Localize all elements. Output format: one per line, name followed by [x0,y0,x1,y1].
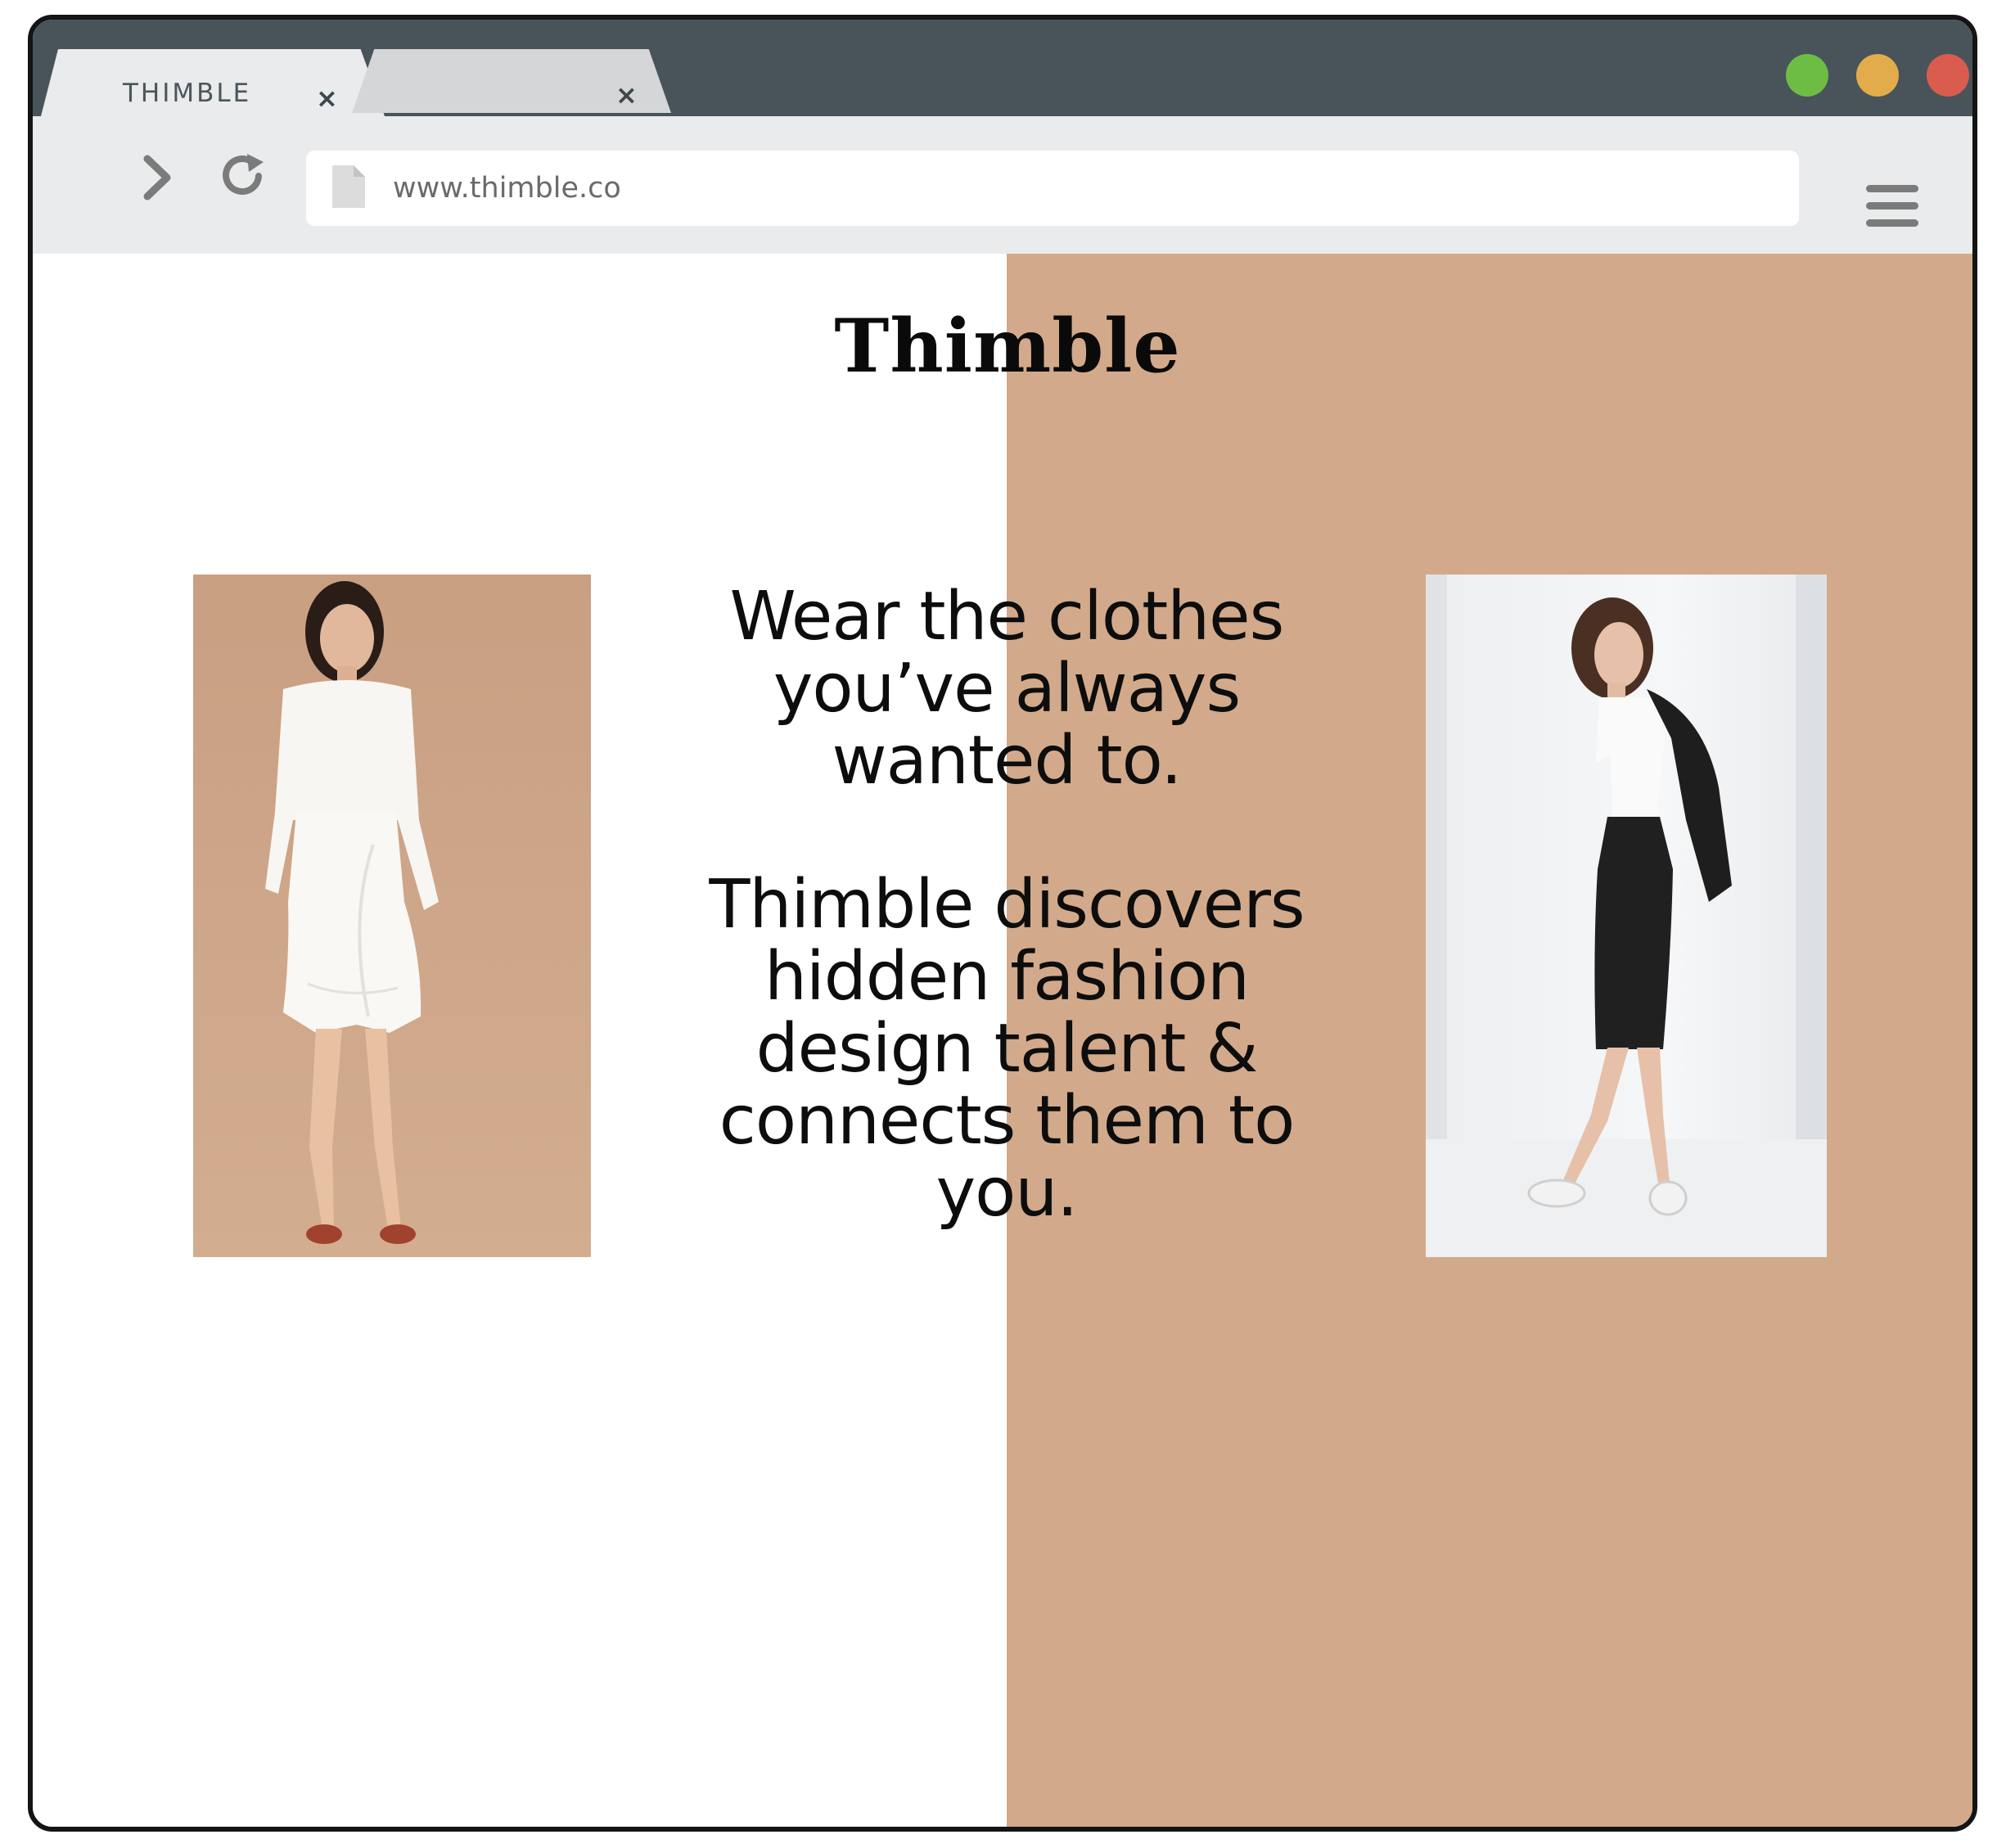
tab-bar: THIMBLE × × [33,20,1972,116]
address-bar[interactable]: www.thimble.co [306,151,1799,226]
tagline: Wear the clothes you’ve always wanted to… [729,578,1285,800]
tab-title: THIMBLE [123,79,252,108]
reload-icon[interactable] [214,146,272,203]
description: Thimble discovers hidden fashion design … [709,866,1305,1232]
model-black-skirt-photo [1426,575,1827,1257]
page-content: Thimble Wear the clothes you’ve always w… [33,254,1972,1827]
close-icon[interactable]: × [316,85,338,111]
close-window-button[interactable] [1927,54,1969,97]
minimize-button[interactable] [1856,54,1899,97]
model-white-outfit-photo [193,575,591,1257]
hamburger-menu-icon[interactable] [1866,185,1918,234]
chevron-right-icon[interactable] [129,149,187,206]
url-text[interactable]: www.thimble.co [393,172,621,205]
page-icon [331,164,367,210]
maximize-button[interactable] [1786,54,1828,97]
browser-toolbar: www.thimble.co [33,116,1972,254]
tab-empty[interactable]: × [352,49,671,113]
tab-thimble[interactable]: THIMBLE × [41,49,385,116]
brand-logo[interactable]: Thimble [33,303,1972,390]
browser-window: THIMBLE × × www.thimble.co Thimble Wear … [28,15,1977,1832]
close-icon[interactable]: × [615,82,638,108]
